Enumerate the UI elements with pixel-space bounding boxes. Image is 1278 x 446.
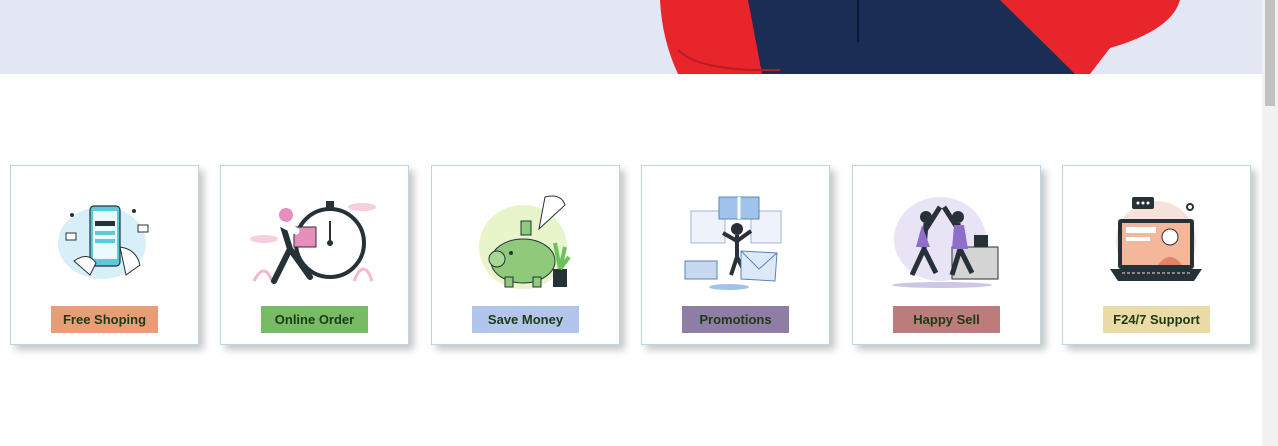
feature-label-badge: Online Order xyxy=(261,306,368,333)
payment-phone-icon xyxy=(58,205,149,279)
piggy-bank-icon xyxy=(479,195,571,289)
feature-card-support[interactable]: F24/7 Support xyxy=(1062,165,1251,345)
delivery-stopwatch-icon xyxy=(250,201,376,284)
feature-card-promotions[interactable]: Promotions xyxy=(641,165,830,345)
feature-card-happy-sell[interactable]: Happy Sell xyxy=(852,165,1041,345)
feature-label-badge: Save Money xyxy=(472,306,579,333)
high-five-icon xyxy=(892,197,999,288)
feature-label-badge: Promotions xyxy=(682,306,789,333)
feature-card-save-money[interactable]: Save Money xyxy=(431,165,620,345)
feature-label-badge: Free Shoping xyxy=(51,306,158,333)
features-row: Free Shoping Online Order Save Money Pro… xyxy=(10,165,1251,345)
support-laptop-icon xyxy=(1110,197,1202,281)
hero-person-image xyxy=(660,0,1180,74)
gift-celebration-icon xyxy=(684,196,782,290)
page-scrollbar[interactable] xyxy=(1262,0,1278,446)
feature-card-online-order[interactable]: Online Order xyxy=(220,165,409,345)
feature-label-badge: F24/7 Support xyxy=(1103,306,1210,333)
feature-card-free-shoping[interactable]: Free Shoping xyxy=(10,165,199,345)
feature-label-badge: Happy Sell xyxy=(893,306,1000,333)
hero-banner xyxy=(0,0,1262,74)
scrollbar-thumb[interactable] xyxy=(1265,0,1275,106)
